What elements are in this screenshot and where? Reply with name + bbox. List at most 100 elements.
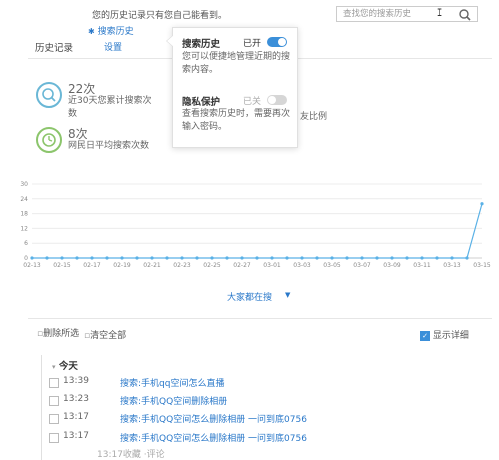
x-tick-label: 02-19 [113, 262, 131, 269]
data-point[interactable] [270, 256, 274, 260]
row-time: 13:23 [63, 394, 89, 404]
row-checkbox[interactable] [49, 396, 59, 406]
row-checkbox[interactable] [49, 433, 59, 443]
data-point[interactable] [90, 256, 94, 260]
nav-search-history[interactable]: ✱ 搜索历史 [88, 24, 134, 37]
data-point[interactable] [45, 256, 49, 260]
privacy-toggle-state: 已关 [243, 97, 262, 107]
history-toggle[interactable] [267, 37, 287, 47]
data-point[interactable] [375, 256, 379, 260]
data-point[interactable] [450, 256, 454, 260]
data-point[interactable] [345, 256, 349, 260]
y-tick-label: 24 [20, 196, 28, 203]
data-point[interactable] [240, 256, 244, 260]
search-icon[interactable] [457, 8, 473, 22]
x-tick-label: 03-11 [413, 262, 431, 269]
stat-avg-desc: 网民日平均搜索次数 [68, 141, 150, 151]
history-toggle-title: 搜索历史 [182, 39, 221, 50]
row-checkbox[interactable] [49, 378, 59, 388]
page-title: 历史记录 [35, 43, 74, 54]
delete-selected-button[interactable]: ▫删除所选 [37, 328, 87, 341]
x-tick-label: 02-21 [143, 262, 161, 269]
x-tick-label: 03-07 [353, 262, 371, 269]
history-row[interactable]: 13:17 搜索:手机QQ空间怎么删除相册 一问到底0756 [49, 431, 449, 445]
gear-icon: ✱ [88, 27, 95, 36]
data-point[interactable] [210, 256, 214, 260]
data-point[interactable] [435, 256, 439, 260]
x-tick-label: 02-17 [83, 262, 101, 269]
data-point[interactable] [390, 256, 394, 260]
history-search-input[interactable] [337, 7, 449, 21]
data-point[interactable] [135, 256, 139, 260]
history-row[interactable]: 13:23 搜索:手机QQ空间删除相册 [49, 394, 449, 408]
data-point[interactable] [315, 256, 319, 260]
data-point[interactable] [105, 256, 109, 260]
data-point[interactable] [150, 256, 154, 260]
data-point[interactable] [225, 256, 229, 260]
row-keyword-link[interactable]: 搜索:手机QQ空间怎么删除相册 一问到底0756 [120, 412, 307, 425]
data-point[interactable] [300, 256, 304, 260]
history-row[interactable]: 13:39 搜索:手机qq空间怎么直播 [49, 376, 449, 390]
y-tick-label: 0 [24, 255, 28, 262]
search-icon [42, 88, 56, 102]
data-point[interactable] [195, 256, 199, 260]
x-tick-label: 02-13 [23, 262, 41, 269]
row-checkbox[interactable] [49, 414, 59, 424]
history-search-box[interactable]: ꕯ [336, 6, 478, 22]
history-row[interactable]: 13:17 搜索:手机QQ空间怎么删除相册 一问到底0756 [49, 412, 449, 426]
stat-search-count-badge [36, 82, 62, 108]
data-point[interactable] [330, 256, 334, 260]
nav-settings[interactable]: 设置 [104, 40, 122, 53]
x-tick-label: 03-05 [323, 262, 341, 269]
clear-all-label: 清空全部 [90, 331, 127, 341]
privacy-toggle[interactable] [267, 95, 287, 105]
data-point[interactable] [420, 256, 424, 260]
y-tick-label: 30 [20, 181, 28, 188]
stat-search-count-desc: 近30天您累计搜索次数 [68, 96, 152, 119]
data-point[interactable] [255, 256, 259, 260]
row-meta-actions[interactable]: 13:17收藏 ·评论 [97, 447, 165, 460]
delete-selected-label: 删除所选 [43, 329, 80, 339]
search-trend-chart: 0 6 12 18 24 30 02-13 02-15 02-17 02-19 02-21 02-2… [20, 181, 491, 269]
row-keyword-link[interactable]: 搜索:手机QQ空间怎么删除相册 一问到底0756 [120, 431, 307, 444]
stat-avg-badge [36, 127, 62, 153]
x-tick-label: 03-13 [443, 262, 461, 269]
privacy-toggle-title: 隐私保护 [182, 97, 221, 108]
timeline-line [41, 355, 42, 460]
row-time: 13:39 [63, 376, 89, 386]
x-tick-label: 03-09 [383, 262, 401, 269]
x-tick-label: 02-27 [233, 262, 251, 269]
data-point[interactable] [120, 256, 124, 260]
data-point[interactable] [405, 256, 409, 260]
data-point[interactable] [165, 256, 169, 260]
data-point[interactable] [75, 256, 79, 260]
data-point[interactable] [285, 256, 289, 260]
see-all-searching-link[interactable]: 大家都在搜 [227, 290, 272, 303]
data-point[interactable] [360, 256, 364, 260]
data-point[interactable] [465, 256, 469, 260]
row-keyword-link[interactable]: 搜索:手机QQ空间删除相册 [120, 394, 227, 407]
row-keyword-link[interactable]: 搜索:手机qq空间怎么直播 [120, 376, 224, 389]
clock-icon [42, 133, 56, 147]
x-tick-label: 03-15 [473, 262, 491, 269]
y-tick-label: 18 [20, 211, 28, 218]
x-tick-label: 02-15 [53, 262, 71, 269]
history-toggle-desc: 您可以便捷地管理近期的搜索内容。 [182, 52, 291, 75]
x-tick-label: 02-25 [203, 262, 221, 269]
x-tick-label: 03-01 [263, 262, 281, 269]
series-line [32, 203, 483, 259]
settings-popover: 搜索历史 已开 您可以便捷地管理近期的搜索内容。 隐私保护 已关 查看搜索历史时… [166, 27, 298, 148]
y-tick-label: 12 [20, 225, 28, 232]
privacy-toggle-desc: 查看搜索历史时，需要再次输入密码。 [182, 109, 291, 132]
chevron-down-icon[interactable]: ▼ [285, 291, 290, 299]
nav-search-history-label: 搜索历史 [97, 27, 134, 37]
friend-ratio-text: 友比例 [300, 112, 328, 122]
chevron-down-icon: ▾ [52, 363, 56, 371]
data-point[interactable] [480, 202, 484, 206]
x-tick-label: 03-03 [293, 262, 311, 269]
data-point[interactable] [180, 256, 184, 260]
clear-all-button[interactable]: ▫清空全部 [84, 328, 126, 341]
data-point[interactable] [60, 256, 64, 260]
show-detail-checkbox[interactable]: ✓ 显示详细 [420, 328, 469, 341]
data-point[interactable] [30, 256, 34, 260]
